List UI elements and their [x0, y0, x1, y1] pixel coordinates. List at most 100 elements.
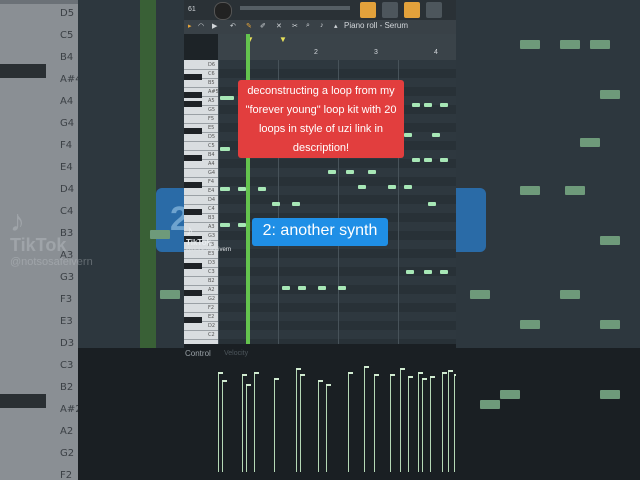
- mute-icon[interactable]: ✂: [292, 22, 298, 30]
- ruler-bar-2: 2: [314, 49, 318, 56]
- play-icon[interactable]: ▶: [212, 22, 217, 30]
- velocity-stem: [318, 380, 319, 472]
- midi-note: [292, 202, 300, 206]
- velocity-stem: [430, 376, 431, 472]
- key-label: F4: [208, 179, 215, 185]
- piano-roll-button[interactable]: [360, 2, 376, 18]
- brush-icon[interactable]: ✐: [260, 22, 266, 30]
- timeline-ruler[interactable]: ▼ ▼ 2 3 4: [218, 34, 456, 60]
- velocity-stem: [374, 374, 375, 472]
- delete-icon[interactable]: ✕: [276, 22, 282, 30]
- ruler-bar-4: 4: [434, 49, 438, 56]
- velocity-flag: [218, 372, 223, 374]
- midi-note: [412, 103, 420, 107]
- midi-note: [282, 286, 290, 290]
- velocity-stem: [442, 372, 443, 472]
- key-label: E2: [208, 314, 215, 320]
- key-label: C2: [208, 332, 215, 338]
- position-slider[interactable]: [240, 6, 350, 10]
- channel-rack-button[interactable]: [382, 2, 398, 18]
- background-note: [500, 390, 520, 399]
- velocity-flag: [422, 378, 427, 380]
- midi-note: [424, 158, 432, 162]
- velocity-stem: [390, 374, 391, 472]
- magnet-icon[interactable]: ◠: [198, 22, 204, 30]
- velocity-stem: [348, 372, 349, 472]
- midi-note: [440, 270, 448, 274]
- piano-roll-toolbar: ▸ ◠ ▶ ↶ ✎ ✐ ✕ ✂ ⌕ ♪ ▴ Piano roll - Serum: [184, 20, 456, 34]
- velocity-stem: [400, 368, 401, 472]
- background-note: [520, 186, 540, 195]
- caption-text: deconstructing a loop from my "forever y…: [245, 85, 397, 154]
- piano-keyboard[interactable]: D6 C6 B5 A#5 A5 G5 F5 E5 D5 C5 B4 A4 G4 F4 E4 D4 C4 B3 A3 G…: [184, 60, 218, 344]
- velocity-stem: [296, 368, 297, 472]
- key-label: D3: [208, 260, 216, 266]
- key-label: B5: [208, 80, 215, 86]
- midi-note: [298, 286, 306, 290]
- midi-note: [358, 185, 366, 189]
- midi-note: [440, 158, 448, 162]
- velocity-flag: [364, 366, 369, 368]
- velocity-stem: [418, 372, 419, 472]
- key-label: B3: [208, 215, 215, 221]
- background-note: [600, 90, 620, 99]
- key-label: B2: [208, 278, 215, 284]
- midi-note: [404, 185, 412, 189]
- grid-row: [218, 285, 456, 294]
- midi-note: [368, 170, 376, 174]
- control-label[interactable]: Control: [185, 349, 211, 358]
- background-key-label: F2: [60, 470, 73, 480]
- window-title: Piano roll - Serum: [344, 21, 409, 30]
- background-key-label: B2: [60, 382, 74, 393]
- midi-note: [404, 133, 412, 137]
- undo-icon[interactable]: ↶: [230, 22, 236, 30]
- velocity-stem: [274, 378, 275, 472]
- pencil-icon[interactable]: ✎: [246, 22, 252, 30]
- key-label: G4: [208, 170, 216, 176]
- section-label-text: 2: another synth: [262, 222, 378, 239]
- key-label: D5: [208, 134, 216, 140]
- key-label: E5: [208, 125, 215, 131]
- grid-row: [218, 249, 456, 258]
- watermark-user: @notsosafeivern: [186, 247, 232, 253]
- background-key-label: G3: [60, 272, 75, 283]
- key-label: C5: [208, 143, 215, 149]
- grid-row: [218, 69, 456, 78]
- tools-menu-icon[interactable]: ▸: [188, 22, 192, 30]
- velocity-flag: [326, 384, 331, 386]
- velocity-control-lane[interactable]: Control Velocity: [184, 344, 456, 480]
- browser-button[interactable]: [426, 2, 442, 18]
- velocity-flag: [242, 374, 247, 376]
- key-label: C3: [208, 269, 215, 275]
- background-key-label: D4: [60, 184, 75, 195]
- velocity-flag: [300, 374, 305, 376]
- top-toolbar: 61: [184, 0, 456, 20]
- background-key-label: G2: [60, 448, 75, 459]
- key-label: A2: [208, 287, 215, 293]
- midi-note: [220, 187, 230, 191]
- background-note: [150, 230, 170, 239]
- background-note: [160, 290, 180, 299]
- velocity-flag: [296, 368, 301, 370]
- tiktok-logo-icon: ♪: [186, 222, 193, 238]
- pattern-number: 61: [188, 6, 196, 13]
- velocity-stem: [364, 366, 365, 472]
- velocity-stem: [246, 384, 247, 472]
- velocity-flag: [254, 372, 259, 374]
- tempo-knob[interactable]: [214, 2, 232, 20]
- velocity-flag: [448, 370, 453, 372]
- watermark-brand: TikTok: [186, 238, 212, 247]
- speaker-icon[interactable]: ♪: [320, 22, 324, 29]
- triangle-icon[interactable]: ▴: [334, 22, 338, 30]
- velocity-stem: [242, 374, 243, 472]
- loop-end-marker[interactable]: ▼: [279, 35, 287, 44]
- link-icon[interactable]: [404, 2, 420, 18]
- velocity-flag: [400, 368, 405, 370]
- background-key-label: F3: [60, 294, 73, 305]
- control-sub-label: Velocity: [224, 350, 249, 357]
- zoom-icon[interactable]: ⌕: [306, 22, 310, 30]
- midi-note: [428, 202, 436, 206]
- midi-note: [424, 270, 432, 274]
- bar-line: [218, 60, 219, 344]
- grid-row: [218, 267, 456, 276]
